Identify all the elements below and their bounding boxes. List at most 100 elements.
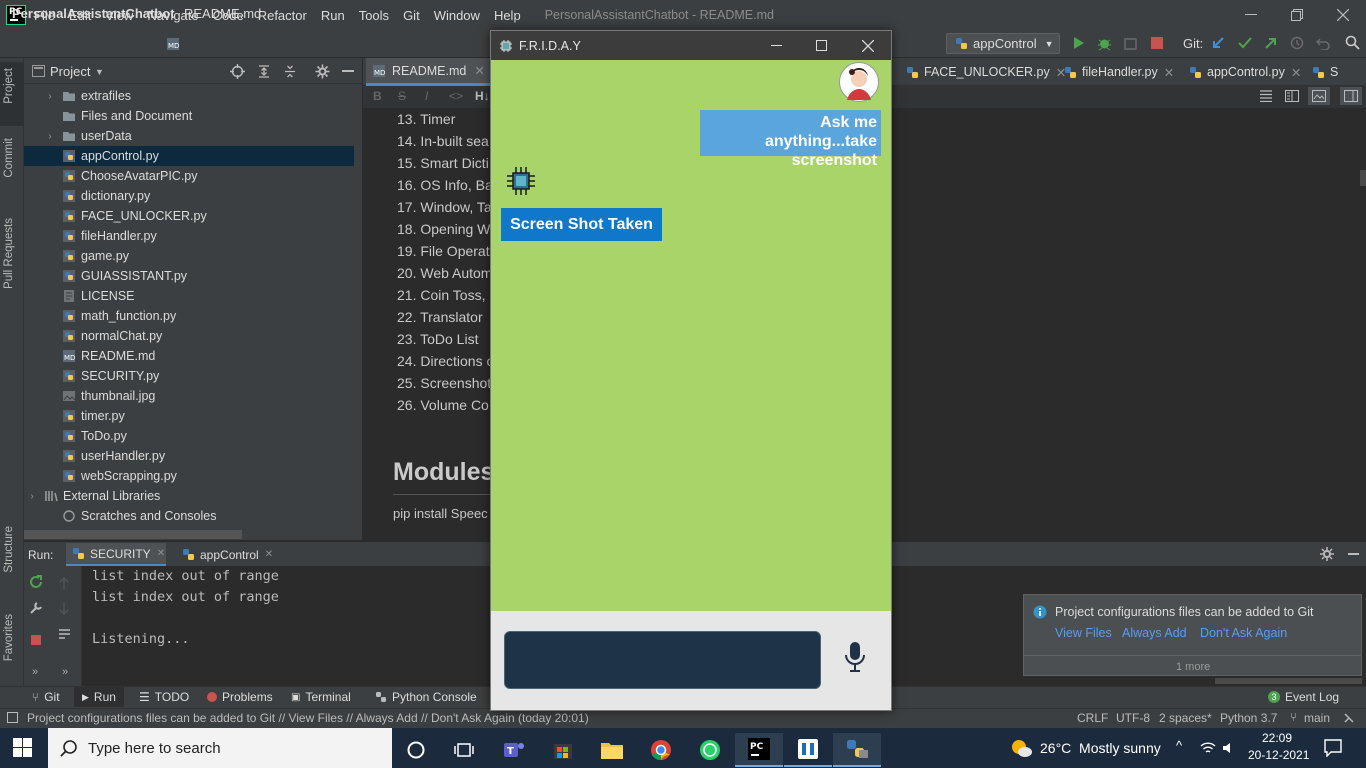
restore-button[interactable] (1274, 0, 1320, 30)
git-push-icon[interactable] (1264, 36, 1278, 50)
expand-all-icon[interactable] (257, 64, 271, 79)
tab-structure[interactable]: Structure (3, 526, 15, 573)
taskbar-search-box[interactable]: Type here to search (48, 728, 392, 768)
chrome-icon[interactable] (637, 733, 685, 767)
teams-icon[interactable]: T (490, 733, 538, 767)
chevron-down-icon[interactable]: ▼ (95, 67, 104, 77)
split-view-icon[interactable] (1285, 90, 1299, 102)
coverage-icon[interactable] (1123, 36, 1138, 51)
close-button[interactable] (1320, 0, 1366, 30)
run-tab-appcontrol[interactable]: appControl ✕ (176, 543, 273, 566)
clock-date[interactable]: 20-12-2021 (1248, 748, 1309, 762)
tab-commit[interactable]: Commit (3, 138, 15, 178)
clock-time[interactable]: 22:09 (1262, 731, 1292, 745)
run-tab-security[interactable]: SECURITY ✕ (66, 543, 166, 566)
more-tools-icon[interactable]: » (62, 666, 68, 678)
bold-button[interactable]: B (373, 89, 382, 103)
editor-tab-face-unlocker[interactable]: FACE_UNLOCKER.py ✕ (900, 58, 1072, 86)
pycharm-taskbar-icon[interactable]: PC (735, 733, 783, 767)
git-tool-button[interactable]: ⑂ Git (32, 690, 60, 704)
tree-item-timer-py[interactable]: timer.py (24, 406, 354, 426)
tab-pull-requests[interactable]: Pull Requests (3, 218, 15, 289)
notifications-icon[interactable] (1324, 739, 1342, 757)
problems-tool-button[interactable]: Problems (207, 690, 273, 704)
git-update-icon[interactable] (1211, 36, 1225, 50)
menu-window[interactable]: Window (434, 8, 480, 23)
breadcrumb-project[interactable]: PersonalAssistantChatbot (12, 6, 175, 21)
tree-item-scratches-and-consoles[interactable]: Scratches and Consoles (24, 506, 354, 526)
chevron-right-icon[interactable]: › (26, 491, 38, 502)
layout-icon[interactable] (7, 712, 18, 723)
tree-item-dictionary-py[interactable]: dictionary.py (24, 186, 354, 206)
console-scrollbar[interactable] (1215, 678, 1362, 684)
windows-start-icon[interactable] (13, 738, 33, 758)
editor-tab-security[interactable]: S (1306, 58, 1344, 86)
collapse-all-icon[interactable] (283, 64, 297, 79)
tree-item-appcontrol-py[interactable]: appControl.py (24, 146, 354, 166)
menu-tools[interactable]: Tools (359, 8, 389, 23)
menu-git[interactable]: Git (403, 8, 420, 23)
italic-button[interactable]: I (425, 89, 428, 103)
rollback-icon[interactable] (1316, 36, 1330, 50)
heading-button[interactable]: H↓ (475, 89, 490, 103)
event-log-tool-button[interactable]: 3 Event Log (1268, 690, 1339, 704)
close-icon[interactable]: ✕ (1291, 65, 1301, 80)
editor-tab-filehandler[interactable]: fileHandler.py ✕ (1058, 58, 1180, 86)
stop-icon[interactable] (30, 634, 42, 646)
dont-ask-again-link[interactable]: Don't Ask Again (1200, 626, 1287, 640)
menu-run[interactable]: Run (321, 8, 345, 23)
microsoft-store-icon[interactable] (539, 733, 587, 767)
stop-icon[interactable] (1150, 36, 1164, 50)
tree-item-game-py[interactable]: game.py (24, 246, 354, 266)
scroll-down-icon[interactable] (58, 602, 70, 615)
scroll-up-icon[interactable] (58, 577, 70, 590)
close-icon[interactable]: ✕ (1164, 65, 1174, 80)
always-add-link[interactable]: Always Add (1122, 626, 1187, 640)
tree-item-userhandler-py[interactable]: userHandler.py (24, 446, 354, 466)
more-notifications-link[interactable]: 1 more (1176, 661, 1210, 673)
project-panel-title[interactable]: Project (50, 64, 90, 79)
tree-item-external-libraries[interactable]: › External Libraries (24, 486, 354, 506)
view-files-link[interactable]: View Files (1055, 626, 1112, 640)
tree-item-files-and-document[interactable]: Files and Document (24, 106, 354, 126)
chatbot-minimize-button[interactable] (754, 31, 799, 60)
tree-item-security-py[interactable]: SECURITY.py (24, 366, 354, 386)
tree-item-license[interactable]: LICENSE (24, 286, 354, 306)
tree-item-math-function-py[interactable]: math_function.py (24, 306, 354, 326)
volume-icon[interactable] (1222, 741, 1236, 755)
horizontal-scrollbar[interactable] (24, 530, 242, 539)
encoding-indicator[interactable]: UTF-8 (1116, 711, 1150, 725)
chevron-right-icon[interactable]: › (44, 91, 56, 102)
terminal-tool-button[interactable]: ▣ Terminal (291, 690, 351, 704)
gear-icon[interactable] (315, 64, 330, 79)
close-icon[interactable]: ✕ (265, 549, 273, 560)
lock-icon[interactable] (1343, 712, 1355, 724)
task-view-icon[interactable] (440, 733, 488, 767)
wrench-icon[interactable] (29, 601, 43, 615)
debug-icon[interactable] (1097, 36, 1112, 51)
weather-text[interactable]: 26°C Mostly sunny (1040, 740, 1161, 756)
editor-tab-readme[interactable]: MD README.md ✕ (366, 58, 491, 86)
editor-only-view-icon[interactable] (1259, 90, 1273, 102)
minimize-button[interactable] (1228, 0, 1274, 30)
run-configuration-select[interactable]: appControl ▼ (946, 33, 1060, 54)
tree-item-userdata[interactable]: › userData (24, 126, 354, 146)
close-icon[interactable]: ✕ (157, 548, 165, 559)
strikethrough-button[interactable]: S (398, 89, 406, 103)
branch-indicator[interactable]: main (1304, 711, 1330, 725)
layout-toggle-icon[interactable] (1340, 87, 1362, 105)
tree-item-face-unlocker-py[interactable]: FACE_UNLOCKER.py (24, 206, 354, 226)
code-button[interactable]: <> (449, 89, 463, 103)
tree-item-webscrapping-py[interactable]: webScrapping.py (24, 466, 354, 486)
close-icon[interactable]: ✕ (474, 63, 484, 78)
chevron-right-icon[interactable]: › (44, 131, 56, 142)
app-window-icon[interactable] (784, 733, 832, 767)
tab-favorites[interactable]: Favorites (3, 614, 15, 661)
tree-item-thumbnail-jpg[interactable]: thumbnail.jpg (24, 386, 354, 406)
soft-wrap-icon[interactable] (58, 628, 71, 641)
indent-indicator[interactable]: 2 spaces* (1159, 711, 1212, 725)
git-commit-icon[interactable] (1238, 36, 1252, 50)
breadcrumb-file[interactable]: README.md (184, 6, 261, 21)
tree-item-normalchat-py[interactable]: normalChat.py (24, 326, 354, 346)
editor-tab-appcontrol[interactable]: appControl.py ✕ (1183, 58, 1307, 86)
